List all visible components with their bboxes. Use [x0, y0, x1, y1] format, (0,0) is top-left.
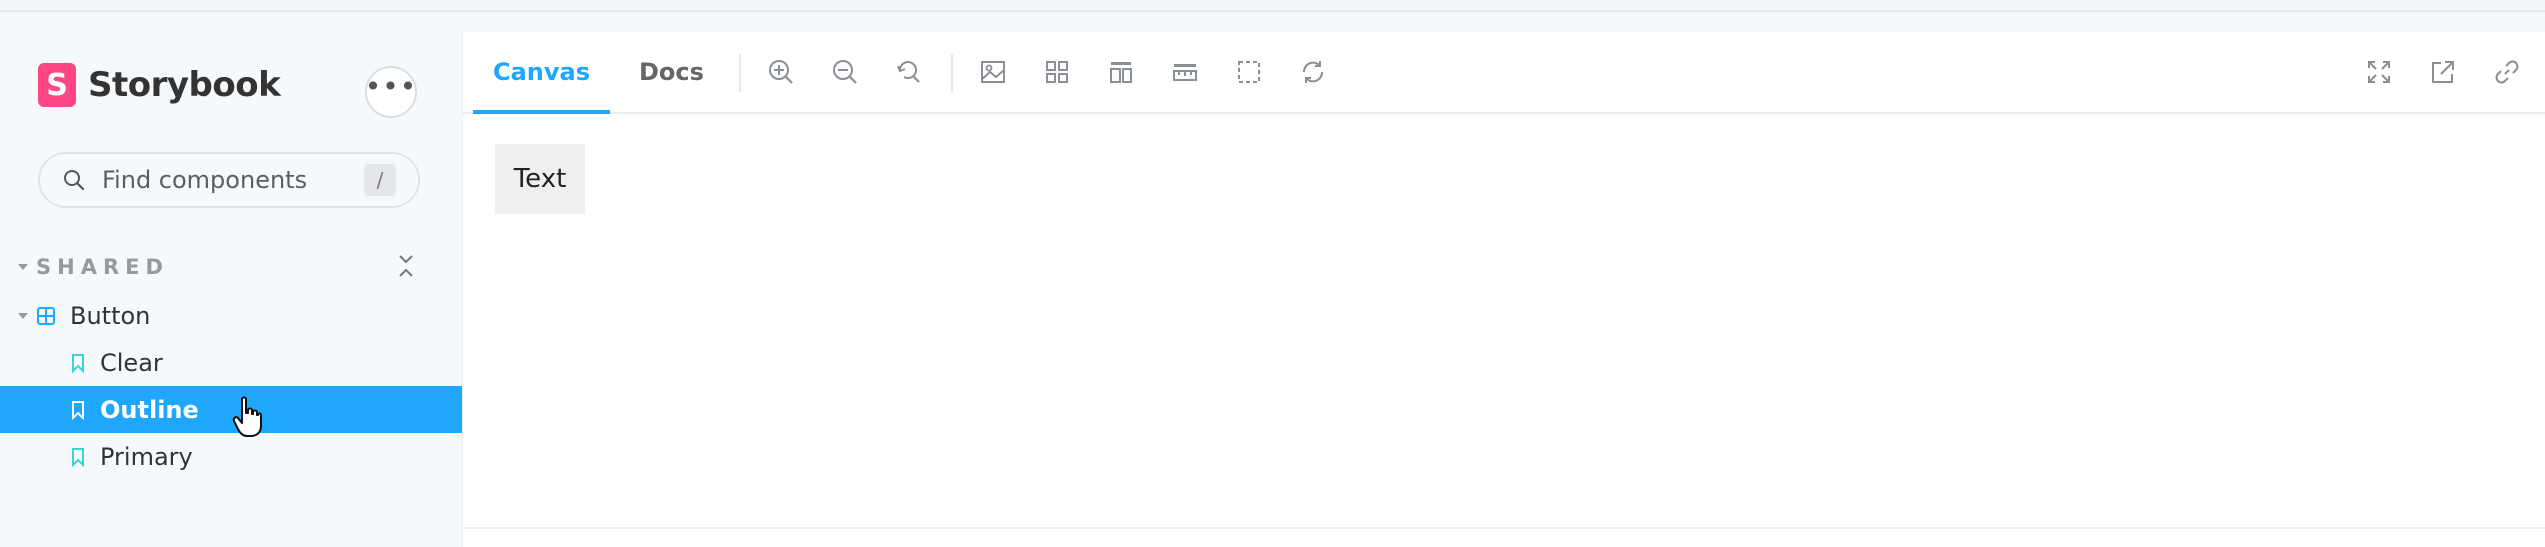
- background-icon: [981, 61, 1005, 83]
- fullscreen-icon: [2368, 61, 2390, 83]
- tab-canvas[interactable]: Canvas: [472, 32, 611, 114]
- reset-zoom-icon: [897, 61, 920, 83]
- toolbar-divider: [951, 54, 953, 92]
- section-label: SHARED: [36, 255, 169, 279]
- tab-docs[interactable]: Docs: [639, 32, 704, 112]
- section-header-shared[interactable]: SHARED: [18, 252, 418, 282]
- open-new-tab-icon: [2432, 61, 2454, 83]
- story-label: Primary: [100, 442, 193, 471]
- story-outline[interactable]: Outline: [0, 386, 462, 433]
- remount-button[interactable]: [1297, 56, 1329, 88]
- hand-pointer-cursor-icon: [232, 396, 262, 437]
- brand-name: Storybook: [88, 65, 281, 105]
- preview-text-button[interactable]: Text: [495, 144, 585, 214]
- background-button[interactable]: [977, 56, 1009, 88]
- caret-down-icon: [18, 312, 28, 319]
- search-shortcut-key: /: [364, 164, 396, 196]
- fullscreen-button[interactable]: [2363, 56, 2395, 88]
- bookmark-icon: [72, 400, 84, 420]
- remount-icon: [1302, 61, 1324, 83]
- outline-icon: [1238, 61, 1260, 83]
- story-label: Outline: [100, 395, 199, 424]
- story-primary[interactable]: Primary: [0, 433, 462, 480]
- grid-button[interactable]: [1041, 56, 1073, 88]
- sidebar: S Storybook ••• / SHARED Button: [0, 12, 462, 547]
- ellipsis-icon: •••: [364, 70, 418, 103]
- search-icon: [64, 170, 85, 191]
- storybook-logo: S: [38, 63, 76, 107]
- outline-button[interactable]: [1233, 56, 1265, 88]
- tree-component-button[interactable]: Button: [0, 292, 462, 339]
- more-options-button[interactable]: •••: [365, 66, 417, 118]
- search-box[interactable]: /: [38, 152, 420, 208]
- grid-icon: [1046, 61, 1068, 83]
- brand[interactable]: S Storybook: [38, 60, 281, 110]
- zoom-out-button[interactable]: [829, 56, 861, 88]
- measure-button[interactable]: [1169, 56, 1201, 88]
- measure-icon: [1173, 64, 1197, 81]
- open-new-tab-button[interactable]: [2427, 56, 2459, 88]
- tree-item-label: Button: [70, 301, 151, 330]
- reset-zoom-button[interactable]: [893, 56, 925, 88]
- addons-panel-divider: [463, 527, 2545, 529]
- toolbar-divider: [739, 54, 741, 92]
- zoom-out-icon: [833, 60, 857, 84]
- story-clear[interactable]: Clear: [0, 339, 462, 386]
- zoom-in-button[interactable]: [765, 56, 797, 88]
- caret-down-icon: [18, 264, 28, 270]
- main-panel: Canvas Docs Text: [462, 32, 2545, 547]
- copy-link-button[interactable]: [2491, 56, 2523, 88]
- copy-link-icon: [2495, 60, 2519, 84]
- collapse-all-icon[interactable]: [394, 252, 418, 280]
- component-icon: [37, 306, 55, 325]
- browser-top-edge: [0, 0, 2545, 12]
- story-label: Clear: [100, 348, 163, 377]
- toolbar: Canvas Docs: [463, 32, 2545, 114]
- zoom-in-icon: [769, 60, 793, 84]
- search-input[interactable]: [100, 165, 354, 195]
- viewport-button[interactable]: [1105, 56, 1137, 88]
- bookmark-icon: [72, 353, 84, 373]
- viewport-icon: [1110, 62, 1132, 83]
- bookmark-icon: [72, 447, 84, 467]
